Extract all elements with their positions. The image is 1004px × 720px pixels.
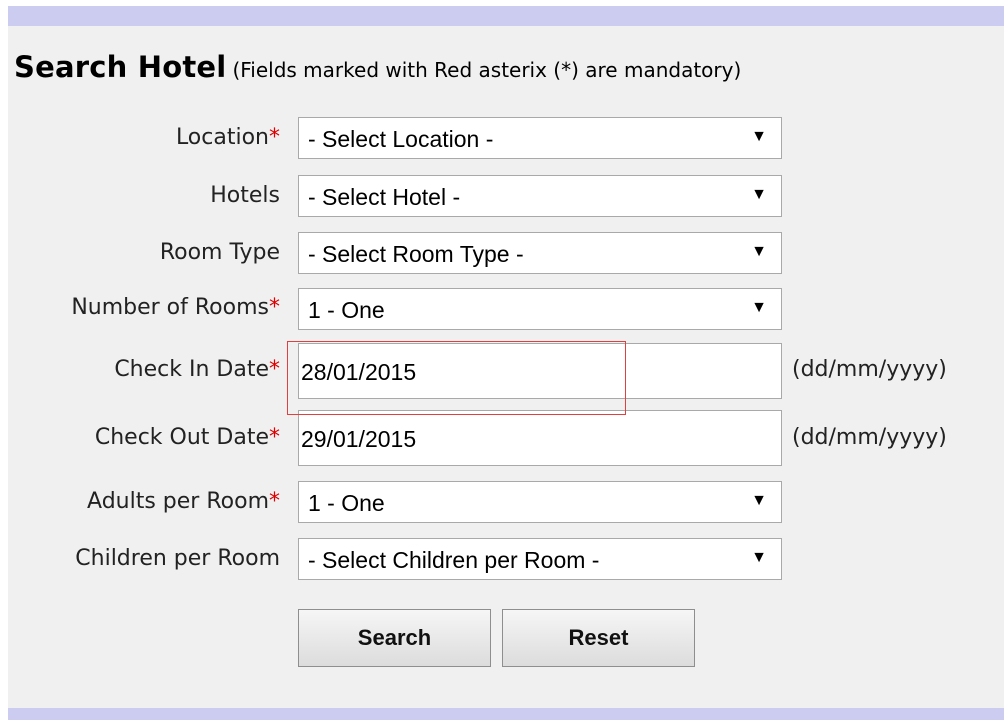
number-of-rooms-label: Number of Rooms*: [71, 295, 280, 320]
hotels-label: Hotels: [210, 183, 280, 208]
location-label: Location*: [175, 125, 280, 150]
adults-per-room-label: Adults per Room*: [87, 489, 280, 514]
location-select[interactable]: - Select Location - ▼: [298, 117, 782, 159]
required-asterisk: *: [269, 295, 280, 320]
room-type-label: Room Type: [159, 240, 280, 265]
chevron-down-icon: ▼: [751, 128, 767, 145]
room-type-select-value: - Select Room Type -: [308, 241, 524, 267]
chevron-down-icon: ▼: [751, 549, 767, 566]
chevron-down-icon: ▼: [751, 492, 767, 509]
top-band: [8, 6, 1004, 26]
chevron-down-icon: ▼: [751, 186, 767, 203]
check-out-date-label: Check Out Date*: [94, 425, 280, 450]
children-per-room-select-value: - Select Children per Room -: [308, 547, 600, 573]
required-asterisk: *: [269, 357, 280, 382]
check-out-date-input[interactable]: 29/01/2015: [298, 410, 782, 466]
page-heading: Search Hotel (Fields marked with Red aste…: [14, 50, 741, 84]
check-in-date-format-hint: (dd/mm/yyyy): [792, 357, 947, 382]
check-out-date-format-hint: (dd/mm/yyyy): [792, 425, 947, 450]
adults-per-room-select[interactable]: 1 - One ▼: [298, 481, 782, 523]
number-of-rooms-select-value: 1 - One: [308, 297, 385, 323]
required-asterisk: *: [269, 425, 280, 450]
children-per-room-select[interactable]: - Select Children per Room - ▼: [298, 538, 782, 580]
required-asterisk: *: [269, 489, 280, 514]
hotels-select[interactable]: - Select Hotel - ▼: [298, 175, 782, 217]
page-title: Search Hotel: [14, 50, 227, 84]
search-button[interactable]: Search: [298, 609, 491, 667]
chevron-down-icon: ▼: [751, 299, 767, 316]
room-type-select[interactable]: - Select Room Type - ▼: [298, 232, 782, 274]
mandatory-note: (Fields marked with Red asterix (*) are …: [232, 58, 742, 82]
adults-per-room-select-value: 1 - One: [308, 490, 385, 516]
check-in-date-value: 28/01/2015: [301, 359, 417, 385]
required-asterisk: *: [269, 125, 280, 150]
location-select-value: - Select Location -: [308, 126, 494, 152]
check-in-date-label: Check In Date*: [114, 357, 280, 382]
number-of-rooms-select[interactable]: 1 - One ▼: [298, 288, 782, 330]
bottom-band: [8, 708, 1004, 720]
reset-button[interactable]: Reset: [502, 609, 695, 667]
check-out-date-value: 29/01/2015: [301, 426, 417, 452]
hotels-select-value: - Select Hotel -: [308, 184, 461, 210]
chevron-down-icon: ▼: [751, 243, 767, 260]
check-in-date-input[interactable]: 28/01/2015: [298, 343, 782, 399]
children-per-room-label: Children per Room: [75, 546, 280, 571]
